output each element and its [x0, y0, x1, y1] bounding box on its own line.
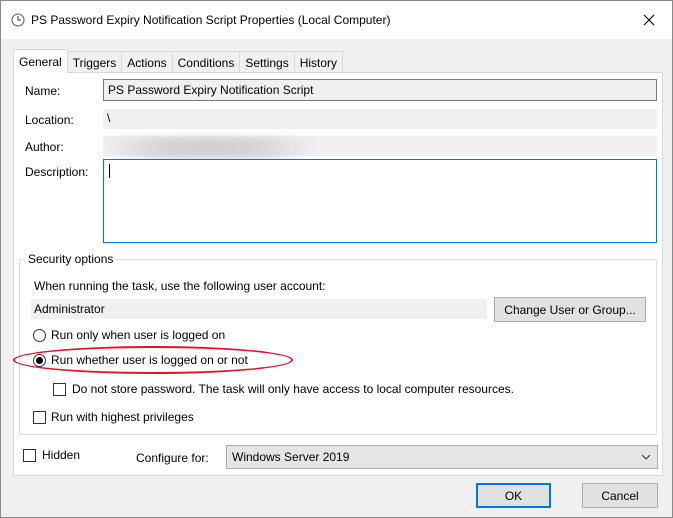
tab-triggers[interactable]: Triggers [66, 51, 123, 73]
clock-icon [11, 13, 25, 27]
tab-history[interactable]: History [293, 51, 344, 73]
cancel-button[interactable]: Cancel [582, 483, 658, 508]
account-value: Administrator [34, 302, 105, 316]
no-store-password-checkbox[interactable] [53, 383, 66, 396]
tab-general[interactable]: General [13, 49, 68, 73]
tab-conditions[interactable]: Conditions [171, 51, 241, 73]
account-prompt: When running the task, use the following… [34, 279, 326, 293]
location-label: Location: [25, 113, 74, 127]
no-store-password-label[interactable]: Do not store password. The task will onl… [72, 382, 514, 396]
highest-privileges-checkbox[interactable] [33, 411, 46, 424]
annotation-ellipse [13, 346, 293, 374]
configure-for-label: Configure for: [136, 451, 209, 465]
tab-settings[interactable]: Settings [239, 51, 295, 73]
change-user-button[interactable]: Change User or Group... [494, 297, 646, 322]
tab-actions[interactable]: Actions [121, 51, 173, 73]
configure-for-select[interactable]: Windows Server 2019 [226, 445, 658, 469]
description-label: Description: [25, 165, 89, 179]
security-options-title: Security options [25, 252, 117, 266]
description-textarea[interactable] [103, 159, 657, 243]
title-bar: PS Password Expiry Notification Script P… [1, 1, 672, 39]
author-redacted [104, 137, 314, 159]
location-value: \ [107, 111, 111, 125]
properties-dialog: PS Password Expiry Notification Script P… [0, 0, 673, 518]
name-value: PS Password Expiry Notification Script [108, 83, 314, 97]
chevron-down-icon [641, 454, 651, 460]
tab-strip: General Triggers Actions Conditions Sett… [13, 49, 344, 73]
hidden-label[interactable]: Hidden [42, 448, 80, 462]
name-field[interactable]: PS Password Expiry Notification Script [103, 79, 657, 101]
configure-for-value: Windows Server 2019 [232, 450, 350, 464]
hidden-checkbox[interactable] [23, 449, 36, 462]
name-label: Name: [25, 84, 61, 98]
radio-logged-on-label[interactable]: Run only when user is logged on [51, 328, 225, 342]
window-title: PS Password Expiry Notification Script P… [31, 13, 391, 27]
location-field[interactable] [103, 109, 657, 129]
text-caret [109, 164, 110, 178]
ok-button[interactable]: OK [476, 483, 551, 508]
author-label: Author: [25, 140, 64, 154]
radio-logged-on[interactable] [33, 329, 46, 342]
close-button[interactable] [626, 1, 672, 39]
close-icon [643, 14, 655, 26]
highest-privileges-label[interactable]: Run with highest privileges [51, 410, 194, 424]
